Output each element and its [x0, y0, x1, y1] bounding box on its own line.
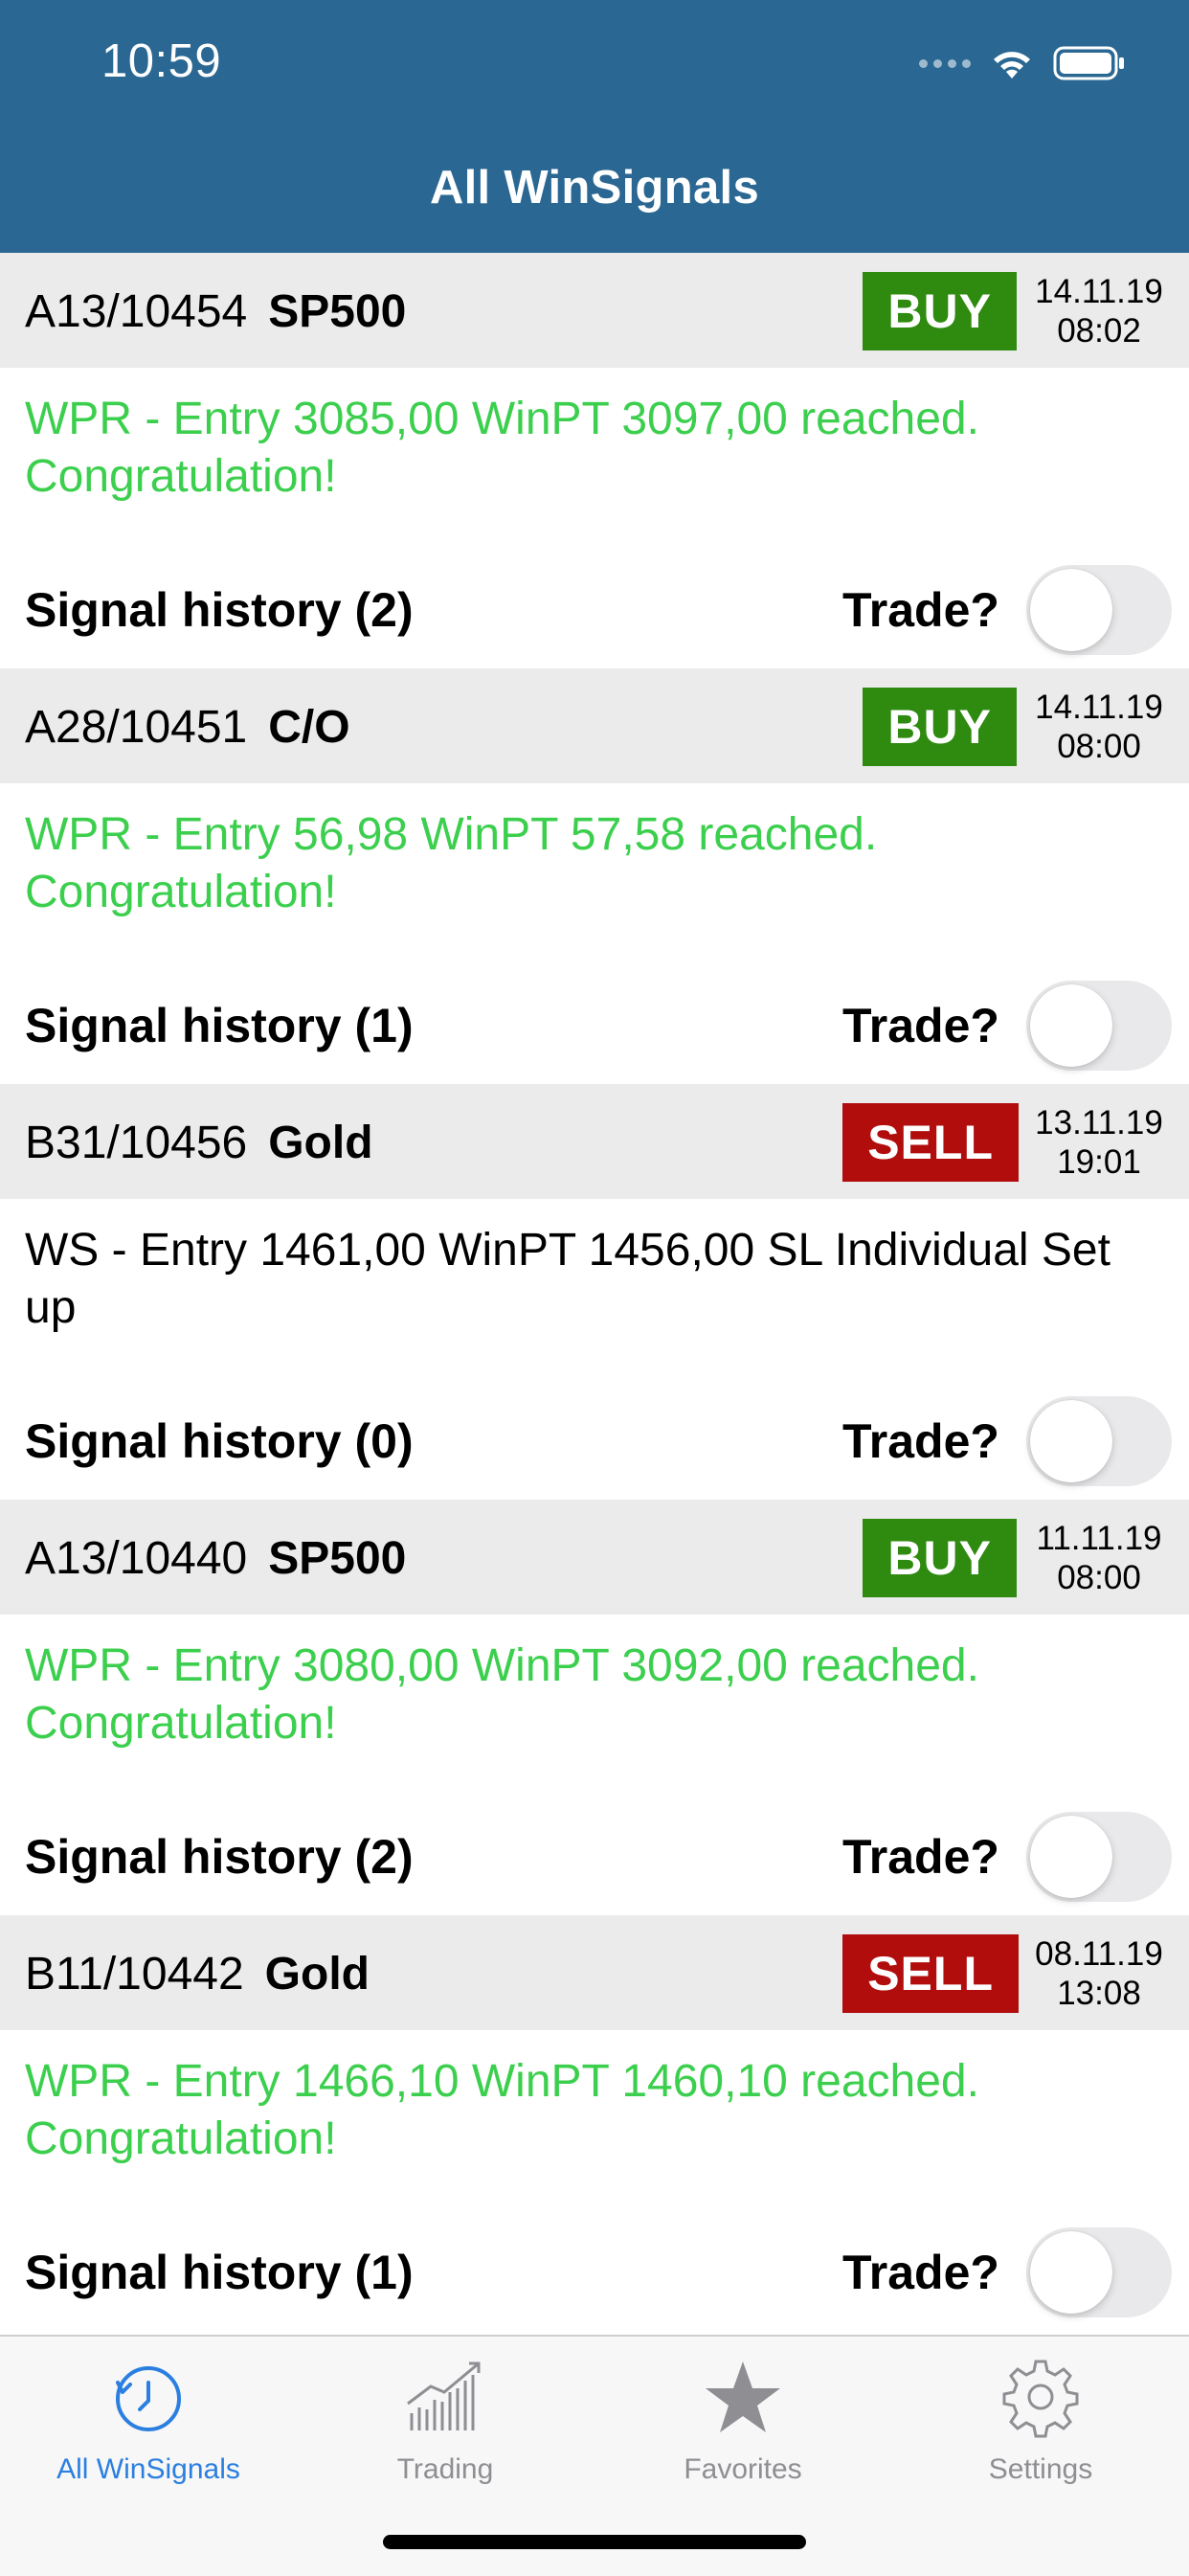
signal-code-row: B11/10442 Gold: [25, 1948, 370, 2000]
trade-toggle[interactable]: [1026, 2227, 1172, 2317]
signal-datetime: 13.11.19 19:01: [1032, 1103, 1166, 1182]
toggle-knob: [1030, 1816, 1112, 1898]
star-icon: [706, 2361, 780, 2432]
signal-code-row: B31/10456 Gold: [25, 1117, 373, 1169]
signal-date: 11.11.19: [1036, 1520, 1162, 1557]
page-title: All WinSignals: [429, 162, 760, 214]
toggle-knob: [1030, 984, 1112, 1067]
tab-settings[interactable]: Settings: [892, 2337, 1189, 2499]
buy-badge: BUY: [863, 688, 1017, 766]
signal-list: A13/10454 SP500 BUY 14.11.19 08:02 WPR - …: [0, 253, 1189, 2331]
clock-icon: [116, 2366, 181, 2431]
toggle-knob: [1030, 1400, 1112, 1482]
tab-label: All WinSignals: [56, 2453, 240, 2485]
signal-header[interactable]: A28/10451 C/O BUY 14.11.19 08:00: [0, 668, 1189, 783]
signal-code-row: A13/10440 SP500: [25, 1532, 406, 1585]
tab-all-winsignals[interactable]: All WinSignals: [0, 2337, 297, 2499]
tab-trading[interactable]: Trading: [297, 2337, 594, 2499]
signal-date: 08.11.19: [1035, 1935, 1163, 1973]
signal-card[interactable]: A13/10440 SP500 BUY 11.11.19 08:00 WPR - …: [0, 1500, 1189, 1915]
signal-code-row: A28/10451 C/O: [25, 701, 350, 754]
signal-message: WS - Entry 1461,00 WinPT 1456,00 SL Indi…: [25, 1225, 1110, 1333]
signal-datetime: 11.11.19 08:00: [1032, 1519, 1166, 1597]
signal-datetime: 14.11.19 08:00: [1032, 688, 1166, 766]
trade-toggle[interactable]: [1026, 1396, 1172, 1486]
tab-label: Favorites: [684, 2453, 802, 2485]
battery-icon: [1053, 46, 1124, 80]
signal-time: 08:02: [1057, 312, 1141, 350]
signal-asset: SP500: [268, 1533, 407, 1584]
signal-header[interactable]: A13/10440 SP500 BUY 11.11.19 08:00: [0, 1500, 1189, 1615]
trade-label: Trade?: [842, 1830, 999, 1884]
signal-header[interactable]: B11/10442 Gold SELL 08.11.19 13:08: [0, 1915, 1189, 2030]
signal-asset: Gold: [268, 1118, 373, 1168]
signal-code: A13/10454: [25, 286, 248, 337]
signal-code: A28/10451: [25, 702, 248, 753]
trade-label: Trade?: [842, 583, 999, 637]
signal-date: 14.11.19: [1035, 273, 1163, 310]
signal-datetime: 14.11.19 08:02: [1032, 272, 1166, 350]
signal-code: A13/10440: [25, 1533, 248, 1584]
sell-badge: SELL: [842, 1103, 1019, 1182]
signal-code: B11/10442: [25, 1949, 244, 2000]
home-indicator: [383, 2535, 806, 2549]
trade-toggle[interactable]: [1026, 1812, 1172, 1902]
tab-label: Settings: [988, 2453, 1093, 2485]
sell-badge: SELL: [842, 1934, 1019, 2013]
signal-card[interactable]: A13/10454 SP500 BUY 14.11.19 08:02 WPR - …: [0, 253, 1189, 668]
status-icons: [919, 44, 1126, 82]
status-time: 10:59: [101, 35, 222, 87]
signal-card[interactable]: A28/10451 C/O BUY 14.11.19 08:00 WPR - En…: [0, 668, 1189, 1084]
trade-toggle[interactable]: [1026, 981, 1172, 1071]
toggle-knob: [1030, 2231, 1112, 2314]
signal-history-link[interactable]: Signal history (0): [25, 1413, 414, 1469]
signal-time: 08:00: [1057, 728, 1141, 765]
signal-header[interactable]: B31/10456 Gold SELL 13.11.19 19:01: [0, 1084, 1189, 1199]
signal-history-link[interactable]: Signal history (1): [25, 998, 414, 1053]
tab-label: Trading: [396, 2453, 494, 2485]
signal-time: 13:08: [1057, 1975, 1141, 2012]
trade-label: Trade?: [842, 1414, 999, 1468]
chart-icon: [407, 2361, 481, 2430]
signal-code-row: A13/10454 SP500: [25, 285, 406, 338]
buy-badge: BUY: [863, 1519, 1017, 1597]
signal-asset: Gold: [264, 1949, 370, 2000]
signal-card[interactable]: B11/10442 Gold SELL 08.11.19 13:08 WPR - …: [0, 1915, 1189, 2331]
signal-card[interactable]: B31/10456 Gold SELL 13.11.19 19:01 WS - E…: [0, 1084, 1189, 1500]
toggle-knob: [1030, 569, 1112, 651]
signal-message: WPR - Entry 3080,00 WinPT 3092,00 reache…: [25, 1640, 979, 1749]
trade-label: Trade?: [842, 999, 999, 1052]
cellular-signal-icon: [919, 58, 971, 68]
signal-header[interactable]: A13/10454 SP500 BUY 14.11.19 08:02: [0, 253, 1189, 368]
wifi-icon: [994, 52, 1030, 79]
signal-time: 19:01: [1057, 1143, 1141, 1181]
signal-message: WPR - Entry 56,98 WinPT 57,58 reached. C…: [25, 809, 878, 917]
signal-message: WPR - Entry 1466,10 WinPT 1460,10 reache…: [25, 2056, 979, 2164]
signal-message: WPR - Entry 3085,00 WinPT 3097,00 reache…: [25, 394, 979, 502]
signal-date: 13.11.19: [1035, 1104, 1163, 1141]
signal-date: 14.11.19: [1035, 689, 1163, 726]
buy-badge: BUY: [863, 272, 1017, 350]
signal-history-link[interactable]: Signal history (2): [25, 582, 414, 638]
navigation-header: 10:59 All WinSignals: [0, 0, 1189, 253]
signal-asset: C/O: [268, 702, 350, 753]
gear-icon: [1002, 2360, 1079, 2438]
tab-favorites[interactable]: Favorites: [594, 2337, 891, 2499]
signal-time: 08:00: [1057, 1559, 1141, 1596]
signal-history-link[interactable]: Signal history (1): [25, 2245, 414, 2300]
trade-toggle[interactable]: [1026, 565, 1172, 655]
signal-code: B31/10456: [25, 1118, 248, 1168]
trade-label: Trade?: [842, 2246, 999, 2299]
signal-history-link[interactable]: Signal history (2): [25, 1829, 414, 1885]
signal-datetime: 08.11.19 13:08: [1032, 1934, 1166, 2013]
signal-asset: SP500: [268, 286, 407, 337]
